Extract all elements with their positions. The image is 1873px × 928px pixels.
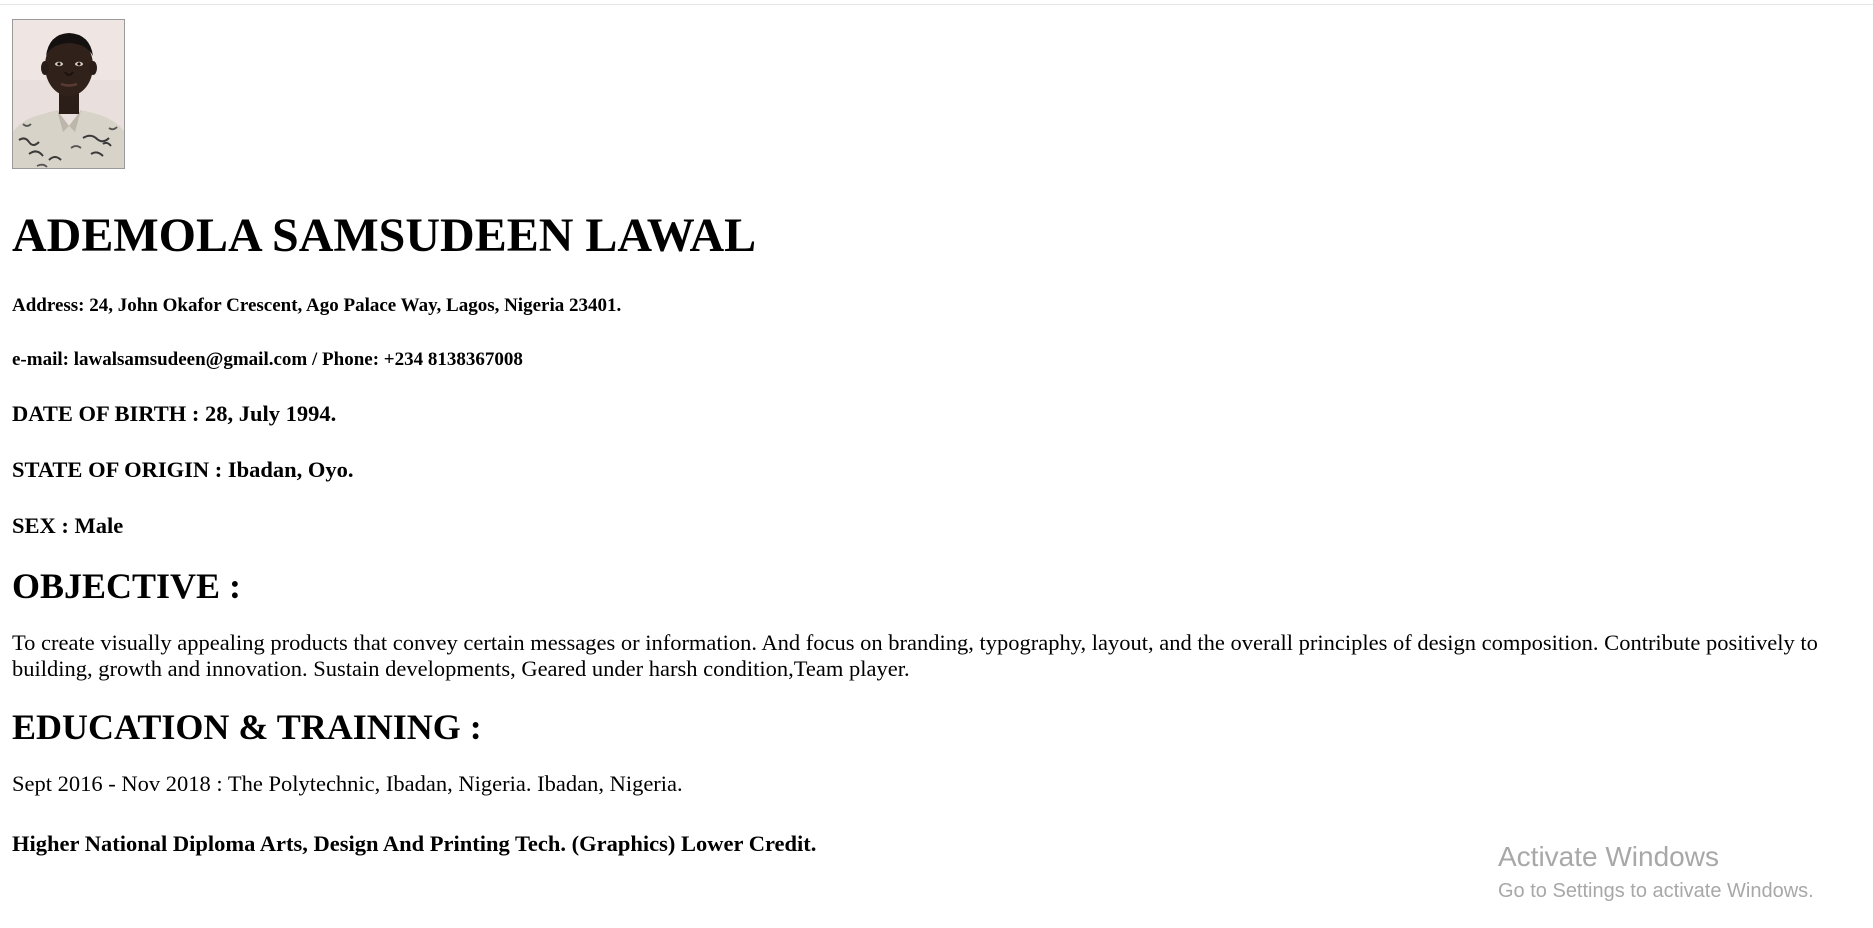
objective-heading: OBJECTIVE : <box>12 565 242 606</box>
state-of-origin: STATE OF ORIGIN : Ibadan, Oyo. <box>12 456 354 482</box>
activate-windows-subtitle: Go to Settings to activate Windows. <box>1498 880 1814 902</box>
profile-photo <box>12 19 125 169</box>
objective-text: To create visually appealing products th… <box>12 629 1818 681</box>
sex-field: SEX : Male <box>12 512 124 538</box>
date-of-birth: DATE OF BIRTH : 28, July 1994. <box>12 400 337 426</box>
education-heading: EDUCATION & TRAINING : <box>12 706 482 747</box>
resume-name: ADEMOLA SAMSUDEEN LAWAL <box>12 209 757 262</box>
activate-windows-title: Activate Windows <box>1498 841 1719 872</box>
top-divider <box>0 4 1873 5</box>
resume-page: ADEMOLA SAMSUDEEN LAWAL Address: 24, Joh… <box>12 19 1852 857</box>
address-line: Address: 24, John Okafor Crescent, Ago P… <box>12 294 622 316</box>
activate-windows-watermark: Activate Windows Go to Settings to activ… <box>1498 840 1814 904</box>
contact-line: e-mail: lawalsamsudeen@gmail.com / Phone… <box>12 348 523 370</box>
education-entry-dates: Sept 2016 - Nov 2018 : The Polytechnic, … <box>12 770 683 796</box>
